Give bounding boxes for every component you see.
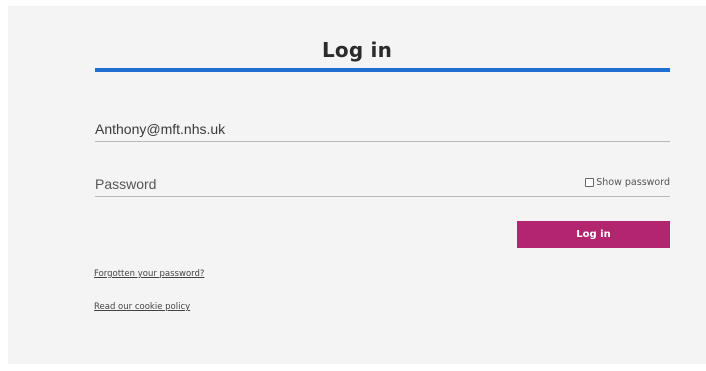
cookie-policy-link[interactable]: Read our cookie policy <box>94 302 190 312</box>
login-panel: Log in Show password Log in Forgotten yo… <box>8 6 706 364</box>
login-button[interactable]: Log in <box>517 221 670 248</box>
show-password-label: Show password <box>596 177 670 188</box>
title-underline <box>95 68 670 72</box>
email-field <box>95 118 670 142</box>
page-title: Log in <box>321 38 393 62</box>
password-input[interactable] <box>95 173 535 195</box>
show-password-toggle[interactable]: Show password <box>585 177 670 188</box>
email-input[interactable] <box>95 118 535 140</box>
password-field: Show password <box>95 173 670 197</box>
forgot-password-link[interactable]: Forgotten your password? <box>94 269 204 279</box>
show-password-checkbox[interactable] <box>585 178 595 187</box>
